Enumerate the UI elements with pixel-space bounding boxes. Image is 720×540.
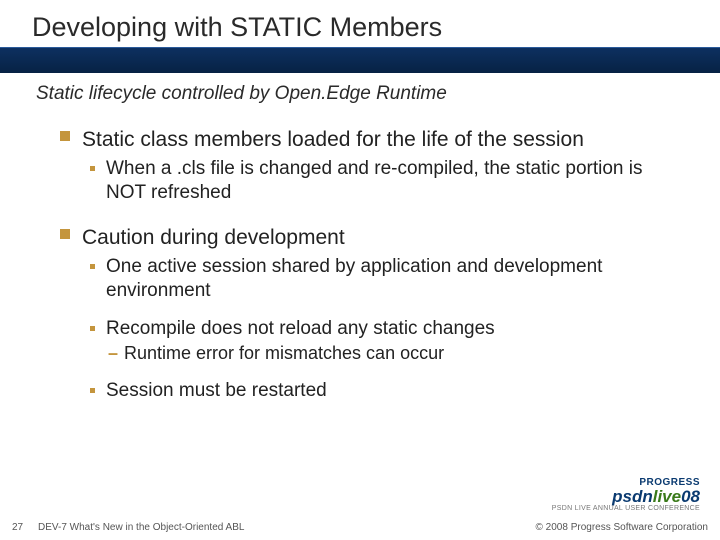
bullet-level1: Caution during development <box>60 225 680 251</box>
logo-live: live <box>653 487 681 506</box>
bullet-level1: Static class members loaded for the life… <box>60 127 680 153</box>
bullet-level2: Session must be restarted <box>82 379 680 403</box>
bullet-text: Static class members loaded for the life… <box>82 128 584 151</box>
bullet-text: One active session shared by application… <box>106 256 602 301</box>
slide-subtitle: Static lifecycle controlled by Open.Edge… <box>0 73 720 105</box>
dot-bullet-icon <box>90 388 95 393</box>
bullet-level3: – Runtime error for mismatches can occur <box>106 342 680 365</box>
logo-subtitle: PSDN LIVE ANNUAL USER CONFERENCE <box>552 505 700 512</box>
square-bullet-icon <box>60 229 70 239</box>
dot-bullet-icon <box>90 166 95 171</box>
square-bullet-icon <box>60 131 70 141</box>
slide-content: Static class members loaded for the life… <box>0 105 720 403</box>
dot-bullet-icon <box>90 264 95 269</box>
logo: PROGRESS psdnlive08 PSDN LIVE ANNUAL USE… <box>552 478 700 512</box>
title-area: Developing with STATIC Members <box>0 0 720 47</box>
bullet-level2: One active session shared by application… <box>82 255 680 303</box>
dash-bullet-icon: – <box>108 342 118 365</box>
logo-main: psdnlive08 <box>552 488 700 505</box>
footer: 27 DEV-7 What's New in the Object-Orient… <box>0 514 720 540</box>
bullet-text: Session must be restarted <box>106 380 327 401</box>
bullet-text: Caution during development <box>82 226 345 249</box>
bullet-text: Recompile does not reload any static cha… <box>106 318 495 339</box>
logo-year: 08 <box>681 487 700 506</box>
bullet-level2: When a .cls file is changed and re-compi… <box>82 157 680 205</box>
bullet-level2: Recompile does not reload any static cha… <box>82 317 680 341</box>
title-bar <box>0 47 720 73</box>
footer-copyright: © 2008 Progress Software Corporation <box>536 522 708 533</box>
logo-psdn: psdn <box>612 487 653 506</box>
slide-number: 27 <box>12 522 38 533</box>
bullet-text: When a .cls file is changed and re-compi… <box>106 158 643 203</box>
bullet-text: Runtime error for mismatches can occur <box>124 343 444 363</box>
slide-title: Developing with STATIC Members <box>32 12 720 43</box>
footer-title: DEV-7 What's New in the Object-Oriented … <box>38 522 536 533</box>
dot-bullet-icon <box>90 326 95 331</box>
